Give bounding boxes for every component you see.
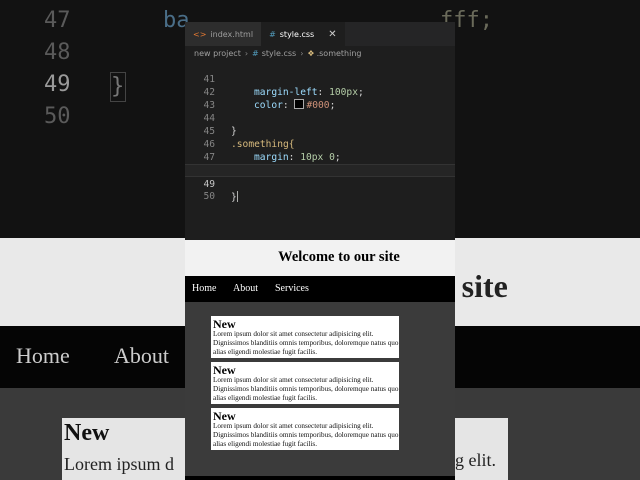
tab-label: index.html [210,29,254,39]
preview-title: Welcome to our site [278,249,400,265]
html-icon: <> [193,29,207,39]
preview-nav: Home About Services [185,276,455,302]
code-line: 43 [185,86,455,111]
bg-brace: } [110,72,126,102]
line-number: 50 [203,191,215,202]
bg-card-heading: New [64,420,110,446]
chevron-right-icon: › [244,48,249,58]
bg-card-text: Lorem ipsum d [64,454,174,474]
preview-nav-services[interactable]: Services [275,283,309,294]
css-icon: # [269,29,276,39]
symbol-icon: ❖ [307,48,315,58]
breadcrumb-folder[interactable]: new project [194,49,241,58]
code-line: 48 [185,151,455,176]
code-line: 41 margin-left: 100px; [185,60,455,98]
preview-card: New Lorem ipsum dolor sit amet consectet… [211,362,399,404]
card-text: Lorem ipsum dolor sit amet consectetur a… [213,422,399,448]
code-line: 42 color: #000; [185,73,455,111]
tab-index-html[interactable]: <> index.html [185,22,262,46]
tab-label: style.css [279,29,315,39]
editor-tabs: <> index.html # style.css ✕ [185,22,455,46]
video-panel: <> index.html # style.css ✕ new project … [185,22,455,480]
bg-line-number: 50 [44,104,71,129]
browser-preview: Welcome to our site Home About Services … [185,240,455,480]
code-line-current: 49 } [185,164,455,203]
code-line: 45 .something{ [185,112,455,150]
bg-nav-home: Home [16,343,70,368]
preview-footer [185,476,455,480]
breadcrumb-file[interactable]: style.css [262,49,296,58]
card-text: Lorem ipsum dolor sit amet consectetur a… [213,376,399,402]
code-line: 47 background-color: #fff; [185,138,455,176]
chevron-right-icon: › [300,48,304,58]
close-icon[interactable]: ✕ [328,29,336,40]
card-text: Lorem ipsum dolor sit amet consectetur a… [213,330,399,356]
breadcrumb-symbol[interactable]: .something [317,49,362,58]
bg-line-number: 48 [44,40,71,65]
bg-line-number: 49 [44,72,71,97]
tab-style-css[interactable]: # style.css ✕ [261,22,345,46]
code-line: 44 } [185,99,455,137]
breadcrumb: new project › # style.css › ❖ .something [185,46,455,60]
code-line: 46 margin: 10px 0; [185,125,455,163]
preview-nav-about[interactable]: About [233,283,258,294]
code-editor[interactable]: 41 margin-left: 100px; 42 color: #000; 4… [185,60,455,230]
preview-card: New Lorem ipsum dolor sit amet consectet… [211,316,399,358]
bg-line-number: 47 [44,8,71,33]
code-line: 50 [185,177,455,202]
bg-card-text-right: g elit. [455,450,496,470]
css-icon: # [252,48,259,58]
bg-nav-about: About [114,343,169,368]
text-cursor [236,191,238,202]
preview-header: Welcome to our site [185,240,455,276]
preview-card: New Lorem ipsum dolor sit amet consectet… [211,408,399,450]
preview-nav-home[interactable]: Home [192,283,216,294]
